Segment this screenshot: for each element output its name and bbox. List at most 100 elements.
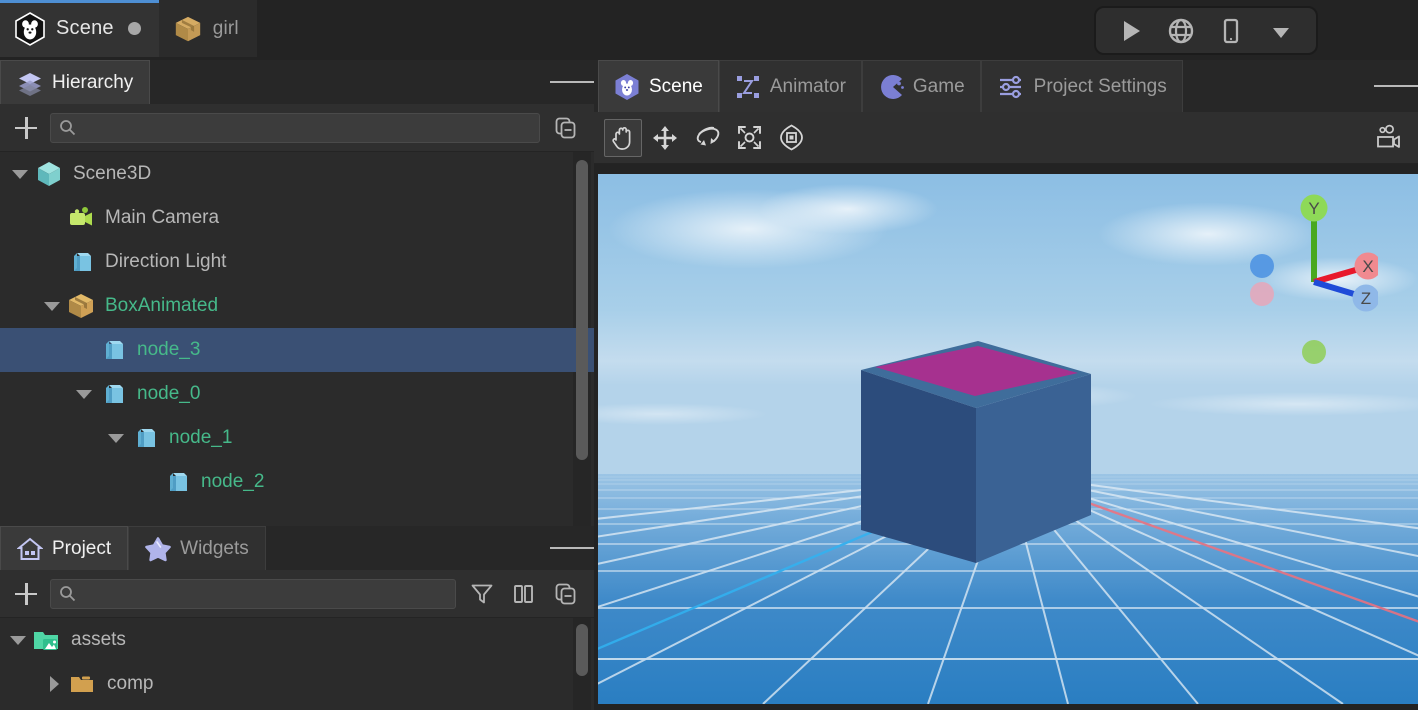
project-menu-button[interactable]: [550, 526, 594, 570]
gizmo-axis-label-z: Z: [1361, 289, 1371, 308]
mobile-icon: [1218, 17, 1244, 45]
tree-row-label: BoxAnimated: [105, 295, 218, 317]
tree-row-label: node_1: [169, 427, 232, 449]
project-rows: assets comp: [0, 618, 594, 706]
hierarchy-collapse-all-button[interactable]: [550, 112, 582, 144]
tree-toggle[interactable]: [40, 676, 68, 692]
hierarchy-rows: Scene3D Main Camera Direction Light BoxA…: [0, 152, 594, 504]
project-toolbar: [0, 570, 594, 618]
split-columns-icon: [511, 581, 537, 607]
gizmo-axis-label-y: Y: [1308, 199, 1319, 218]
scene-viewport[interactable]: Y X Z: [598, 174, 1418, 704]
scene-camera-button[interactable]: [1368, 118, 1408, 158]
folder-icon: [68, 669, 98, 699]
project-tabbar: Project Widgets: [0, 526, 594, 570]
hierarchy-scrollbar-thumb[interactable]: [576, 160, 588, 460]
tab-scene[interactable]: Scene: [598, 60, 719, 112]
project-filter-button[interactable]: [466, 578, 498, 610]
rotate-tool[interactable]: [688, 119, 726, 157]
add-asset-button[interactable]: [12, 580, 40, 608]
tab-hierarchy[interactable]: Hierarchy: [0, 60, 150, 104]
tab-widgets[interactable]: Widgets: [128, 526, 266, 570]
tree-toggle[interactable]: [70, 390, 98, 399]
home-icon: [17, 536, 43, 562]
tree-row[interactable]: BoxAnimated: [0, 284, 594, 328]
tab-label: Scene: [649, 76, 703, 98]
project-tree: assets comp: [0, 618, 594, 710]
viewport-menu-button[interactable]: [1374, 60, 1418, 112]
play-button[interactable]: [1114, 14, 1148, 48]
chevron-down-icon: [76, 390, 92, 399]
tree-toggle[interactable]: [6, 170, 34, 179]
tab-label: Project: [52, 538, 111, 560]
tab-project-settings[interactable]: Project Settings: [981, 60, 1183, 112]
node-cube-icon: [162, 467, 192, 497]
tree-row-label: Direction Light: [105, 251, 226, 273]
tree-row[interactable]: node_2: [0, 460, 594, 504]
scene-tab-girl[interactable]: girl: [159, 0, 257, 57]
prefab-box-icon: [66, 291, 96, 321]
funnel-icon: [469, 581, 495, 607]
tab-label: Widgets: [180, 538, 249, 560]
tree-row[interactable]: Main Camera: [0, 196, 594, 240]
unsaved-indicator-dot: [128, 22, 141, 35]
tree-row[interactable]: node_3: [0, 328, 594, 372]
project-scrollbar-thumb[interactable]: [576, 624, 588, 676]
tree-row[interactable]: assets: [0, 618, 594, 662]
tree-row[interactable]: Direction Light: [0, 240, 594, 284]
project-layout-button[interactable]: [508, 578, 540, 610]
add-node-button[interactable]: [12, 114, 40, 142]
rect-tool[interactable]: [772, 119, 810, 157]
preview-browser-button[interactable]: [1164, 14, 1198, 48]
pan-tool[interactable]: [604, 119, 642, 157]
tab-animator[interactable]: Animator: [719, 60, 862, 112]
tab-project[interactable]: Project: [0, 526, 128, 570]
tree-toggle[interactable]: [4, 636, 32, 645]
hierarchy-search-input[interactable]: [83, 119, 531, 136]
move-arrows-icon: [652, 125, 678, 151]
chevron-down-icon: [1268, 18, 1294, 44]
search-icon: [59, 119, 76, 136]
scale-tool[interactable]: [730, 119, 768, 157]
layers-icon: [17, 70, 43, 96]
tree-row[interactable]: comp: [0, 662, 594, 706]
animator-icon: [735, 74, 761, 100]
hierarchy-search[interactable]: [50, 113, 540, 143]
node-cube-icon: [98, 379, 128, 409]
preview-device-button[interactable]: [1214, 14, 1248, 48]
tab-label: Project Settings: [1034, 76, 1167, 98]
project-collapse-all-button[interactable]: [550, 578, 582, 610]
tab-label: Animator: [770, 76, 846, 98]
orientation-gizmo[interactable]: Y X Z: [1228, 184, 1378, 364]
tree-toggle[interactable]: [102, 434, 130, 443]
game-pacman-icon: [878, 74, 904, 100]
tree-row[interactable]: node_1: [0, 416, 594, 460]
tab-label: Game: [913, 76, 965, 98]
search-icon: [59, 585, 76, 602]
hamburger-icon: [1374, 85, 1389, 87]
globe-icon: [1167, 17, 1195, 45]
cocos-logo-icon: [14, 12, 46, 46]
hierarchy-toolbar: [0, 104, 594, 152]
gizmo-neg-z-handle: [1250, 254, 1274, 278]
tree-row-label: comp: [107, 673, 153, 695]
project-search-input[interactable]: [83, 585, 447, 602]
hierarchy-menu-button[interactable]: [550, 60, 594, 104]
move-tool[interactable]: [646, 119, 684, 157]
viewport-dock: Scene Animator Game: [594, 60, 1418, 710]
hamburger-icon: [550, 547, 565, 549]
tree-row[interactable]: node_0: [0, 372, 594, 416]
preview-options-button[interactable]: [1264, 14, 1298, 48]
tree-row-label: node_0: [137, 383, 200, 405]
chevron-right-icon: [50, 676, 59, 692]
tree-toggle[interactable]: [38, 302, 66, 311]
scene-tab-scene[interactable]: Scene: [0, 0, 159, 57]
gizmo-axis-label-x: X: [1362, 257, 1373, 276]
project-search[interactable]: [50, 579, 456, 609]
chevron-down-icon: [108, 434, 124, 443]
tree-row-label: Scene3D: [73, 163, 151, 185]
tree-row[interactable]: Scene3D: [0, 152, 594, 196]
hierarchy-tree: Scene3D Main Camera Direction Light BoxA…: [0, 152, 594, 526]
viewport-toolbar: [594, 112, 1418, 164]
tab-game[interactable]: Game: [862, 60, 981, 112]
